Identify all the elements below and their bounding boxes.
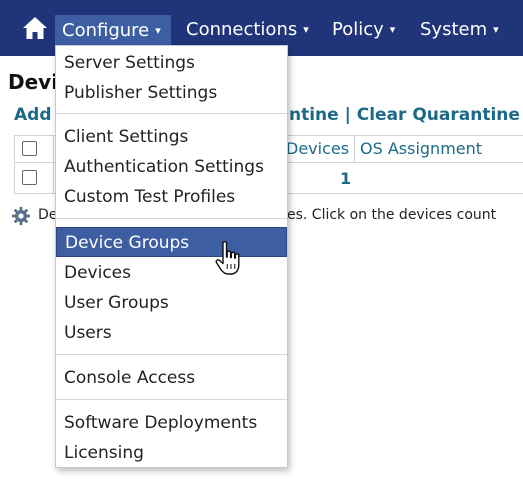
- quarantine-links[interactable]: ntine | Clear Quarantine: [289, 105, 520, 125]
- add-link[interactable]: Add: [14, 105, 52, 125]
- menu-item-devices[interactable]: Devices: [56, 258, 287, 288]
- gear-icon: [12, 207, 30, 225]
- app-window: Devi Add ntine | Clear Quarantine Device…: [0, 0, 523, 479]
- chevron-down-icon: ▾: [389, 23, 396, 36]
- configure-dropdown-menu: Server Settings Publisher Settings Clien…: [55, 45, 288, 468]
- menu-item-software-deployments[interactable]: Software Deployments: [56, 408, 287, 438]
- row-select-cell: [14, 163, 54, 193]
- menu-divider: [56, 218, 287, 219]
- select-all-cell: [14, 136, 54, 162]
- menu-divider: [56, 399, 287, 400]
- page-title: Devi: [8, 70, 59, 94]
- menu-item-user-groups[interactable]: User Groups: [56, 288, 287, 318]
- select-all-checkbox[interactable]: [22, 141, 37, 156]
- menu-item-users[interactable]: Users: [56, 318, 287, 348]
- nav-configure-label: Configure: [62, 20, 150, 41]
- menu-item-authentication-settings[interactable]: Authentication Settings: [56, 152, 287, 182]
- nav-policy[interactable]: Policy ▾: [332, 14, 395, 46]
- menu-item-client-settings[interactable]: Client Settings: [56, 122, 287, 152]
- nav-system[interactable]: System ▾: [420, 14, 499, 46]
- info-text: es. Click on the devices count: [287, 207, 497, 223]
- nav-connections-label: Connections: [186, 19, 298, 40]
- column-header-devices[interactable]: Devices: [286, 139, 349, 158]
- menu-item-custom-test-profiles[interactable]: Custom Test Profiles: [56, 182, 287, 212]
- menu-item-server-settings[interactable]: Server Settings: [56, 48, 287, 78]
- chevron-down-icon: ▾: [493, 23, 499, 36]
- menu-item-device-groups[interactable]: Device Groups: [56, 227, 287, 257]
- menu-divider: [56, 113, 287, 114]
- column-divider: [354, 136, 355, 162]
- nav-connections[interactable]: Connections ▾: [186, 14, 309, 46]
- hand-cursor-icon: [215, 241, 240, 275]
- menu-divider: [56, 354, 287, 355]
- menu-item-console-access[interactable]: Console Access: [56, 363, 287, 393]
- devices-count-link[interactable]: 1: [340, 169, 351, 188]
- nav-configure[interactable]: Configure ▾: [55, 15, 171, 48]
- nav-policy-label: Policy: [332, 19, 384, 40]
- menu-item-licensing[interactable]: Licensing: [56, 438, 287, 468]
- home-icon[interactable]: [22, 16, 48, 40]
- nav-system-label: System: [420, 19, 488, 40]
- chevron-down-icon: ▾: [155, 24, 161, 37]
- column-header-os-assignment[interactable]: OS Assignment: [360, 139, 482, 158]
- row-checkbox[interactable]: [22, 170, 37, 185]
- menu-item-publisher-settings[interactable]: Publisher Settings: [56, 78, 287, 108]
- chevron-down-icon: ▾: [303, 23, 309, 36]
